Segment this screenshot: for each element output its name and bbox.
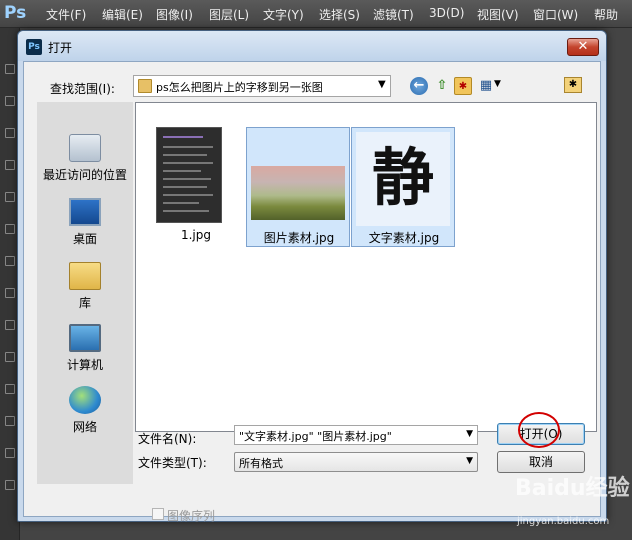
new-folder-icon[interactable]: ✱ [454,77,472,95]
tool-icon[interactable] [5,224,15,234]
filename-input[interactable]: "文字素材.jpg" "图片素材.jpg" ▼ [234,425,478,445]
photoshop-icon: Ps [26,39,42,55]
file-item[interactable]: 图片素材.jpg [246,127,350,247]
tool-icon[interactable] [5,192,15,202]
tool-icon[interactable] [5,288,15,298]
place-network[interactable]: 网络 [37,386,133,442]
file-name: 图片素材.jpg [263,231,335,245]
menu-image[interactable]: 图像(I) [156,6,193,23]
look-in-dropdown[interactable]: ps怎么把图片上的字移到另一张图 ▼ [133,75,391,97]
chevron-down-icon: ▼ [378,79,386,90]
dialog-titlebar[interactable]: Ps 打开 ✕ [18,31,606,61]
image-sequence-label: 图像序列 [167,509,216,523]
menu-3d[interactable]: 3D(D) [429,6,464,20]
text-thumbnail: 静 [356,132,450,226]
recent-places-icon [69,134,101,162]
up-folder-icon[interactable]: ⇧ [433,77,451,95]
place-label: 库 [78,296,91,310]
place-label: 计算机 [66,358,103,372]
view-menu-icon[interactable]: ▦ [477,77,495,95]
menu-help[interactable]: 帮助 [594,6,618,23]
tool-icon[interactable] [5,64,15,74]
desktop-folder-icon[interactable]: ✱ [564,77,582,93]
file-name: 1.jpg [180,228,212,242]
dialog-body: 查找范围(I): ps怎么把图片上的字移到另一张图 ▼ ← ⇧ ✱ ▦ ▼ ✱ … [23,61,601,523]
menu-file[interactable]: 文件(F) [46,6,86,23]
watermark-url: jingyan.baidu.com [517,516,610,527]
menu-filter[interactable]: 滤镜(T) [373,6,414,23]
landscape-thumbnail [251,166,345,220]
tool-icon[interactable] [5,480,15,490]
tool-icon[interactable] [5,352,15,362]
menu-bar: Ps 文件(F) 编辑(E) 图像(I) 图层(L) 文字(Y) 选择(S) 滤… [0,0,632,28]
file-thumbnail [156,127,222,223]
desktop-icon [69,198,101,226]
file-name: 文字素材.jpg [368,231,440,245]
tool-icon[interactable] [5,416,15,426]
chevron-down-icon[interactable]: ▼ [466,429,473,439]
open-dialog: Ps 打开 ✕ 查找范围(I): ps怎么把图片上的字移到另一张图 ▼ ← ⇧ … [17,30,607,523]
filetype-label: 文件类型(T): [138,456,207,470]
menu-view[interactable]: 视图(V) [477,6,519,23]
baidu-watermark: Baidu经验 [515,476,630,501]
library-icon [69,262,101,290]
tool-icon[interactable] [5,96,15,106]
place-label: 最近访问的位置 [42,168,127,182]
photoshop-logo: Ps [4,3,27,23]
place-desktop[interactable]: 桌面 [37,198,133,254]
file-item[interactable]: 静 文字素材.jpg [351,127,455,247]
place-label: 桌面 [72,232,97,246]
place-library[interactable]: 库 [37,262,133,318]
file-list[interactable]: 1.jpg 图片素材.jpg 静 文字素材.jpg [135,102,597,432]
tool-icon[interactable] [5,256,15,266]
look-in-label: 查找范围(I): [50,82,115,96]
network-icon [69,386,101,414]
close-button[interactable]: ✕ [567,38,599,56]
highlight-annotation [518,412,560,448]
tool-icon[interactable] [5,384,15,394]
menu-window[interactable]: 窗口(W) [533,6,578,23]
image-sequence-checkbox[interactable] [152,508,164,520]
filetype-value: 所有格式 [239,457,283,470]
place-label: 网络 [72,420,97,434]
place-recent[interactable]: 最近访问的位置 [37,134,133,190]
tool-icon[interactable] [5,448,15,458]
chevron-down-icon[interactable]: ▼ [494,79,501,89]
back-arrow-icon[interactable]: ← [410,77,428,95]
chevron-down-icon: ▼ [466,456,473,466]
folder-icon [138,79,152,93]
dialog-title: 打开 [48,41,73,55]
filetype-dropdown[interactable]: 所有格式 ▼ [234,452,478,472]
filename-label: 文件名(N): [138,432,197,446]
tool-icon[interactable] [5,128,15,138]
menu-layer[interactable]: 图层(L) [209,6,249,23]
menu-edit[interactable]: 编辑(E) [102,6,143,23]
menu-select[interactable]: 选择(S) [319,6,360,23]
tool-icon[interactable] [5,160,15,170]
menu-type[interactable]: 文字(Y) [263,6,304,23]
place-computer[interactable]: 计算机 [37,324,133,380]
places-bar: 最近访问的位置 桌面 库 计算机 网络 [37,102,133,484]
look-in-value: ps怎么把图片上的字移到另一张图 [156,81,323,94]
thumbnail-character: 静 [371,141,434,214]
filename-value: "文字素材.jpg" "图片素材.jpg" [239,430,392,443]
computer-icon [69,324,101,352]
tool-icon[interactable] [5,320,15,330]
file-item[interactable]: 1.jpg [144,127,248,247]
